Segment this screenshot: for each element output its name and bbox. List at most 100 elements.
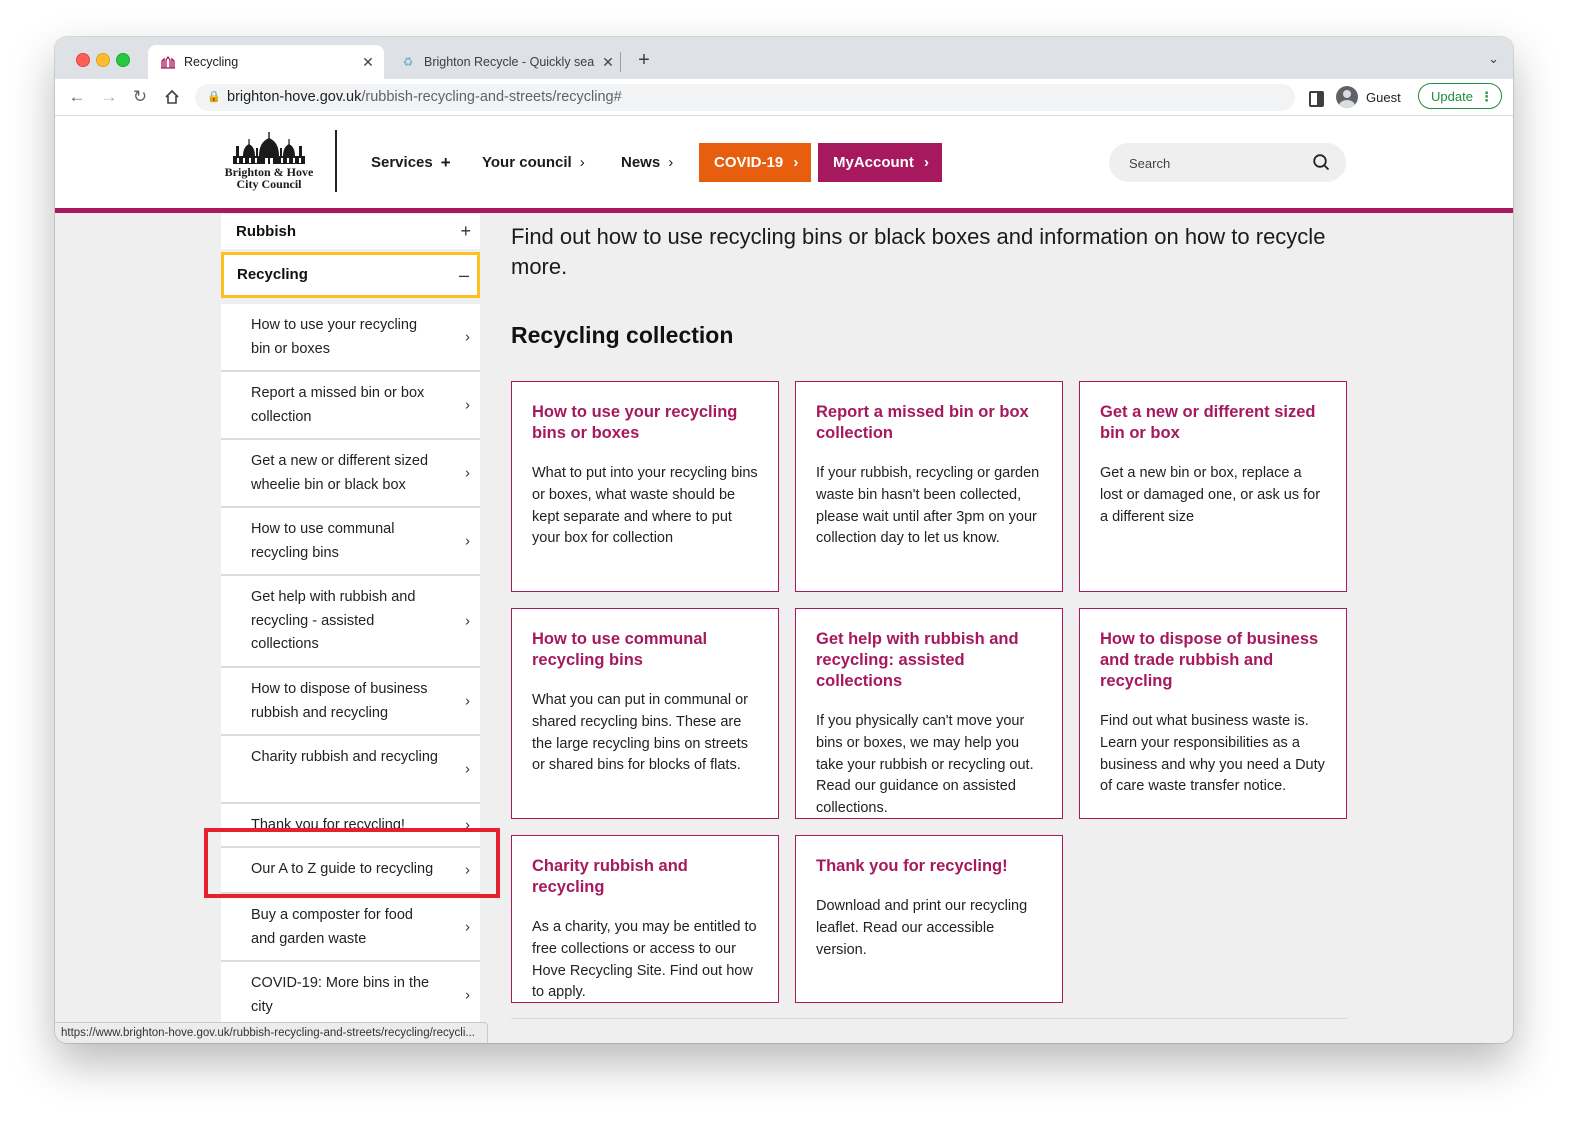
recycle-icon: ♻ — [402, 55, 414, 69]
sidebar-link[interactable]: Get help with rubbish and recycling - as… — [221, 576, 480, 668]
site-search — [1109, 143, 1346, 182]
sidebar-link[interactable]: How to use your recycling bin or boxes › — [221, 304, 480, 372]
card-link[interactable]: How to use communal recycling bins What … — [511, 608, 779, 819]
search-input[interactable] — [1127, 152, 1301, 174]
forward-arrow-icon[interactable]: → — [97, 85, 121, 109]
card-link[interactable]: How to use your recycling bins or boxes … — [511, 381, 779, 592]
browser-toolbar: ← → ↻ 🔒 brighton-hove.gov.uk/rubbish-rec… — [55, 79, 1513, 116]
sidebar-rubbish-label: Rubbish — [236, 223, 296, 240]
plus-icon: + — [440, 152, 451, 172]
address-bar[interactable]: 🔒 brighton-hove.gov.uk/rubbish-recycling… — [195, 84, 1295, 111]
side-panel-icon[interactable] — [1309, 91, 1324, 107]
tab-title: Recycling — [184, 55, 239, 69]
card-link[interactable]: Charity rubbish and recycling As a chari… — [511, 835, 779, 1003]
card-text: What to put into your recycling bins or … — [532, 465, 758, 547]
card-link[interactable]: Report a missed bin or box collection If… — [795, 381, 1063, 592]
sidebar-link-label: COVID-19: More bins in the city — [251, 975, 430, 1015]
section-sidebar: Rubbish + Recycling – How to use your re… — [221, 214, 480, 1030]
sidebar-item-rubbish[interactable]: Rubbish + — [221, 214, 480, 249]
close-window-button[interactable] — [76, 53, 90, 67]
sidebar-item-recycling[interactable]: Recycling – — [221, 252, 480, 298]
tab-brighton-recycle[interactable]: ♻ Brighton Recycle - Quickly sea ✕ — [388, 45, 624, 79]
card-link[interactable]: Get a new or different sized bin or box … — [1079, 381, 1347, 592]
card-link[interactable]: Get help with rubbish and recycling: ass… — [795, 608, 1063, 819]
lock-icon: 🔒 — [207, 91, 221, 103]
sidebar-link[interactable]: How to dispose of business rubbish and r… — [221, 668, 480, 736]
logo-divider — [335, 130, 337, 192]
update-button[interactable]: Update ⋮ — [1418, 83, 1502, 109]
card-title: Report a missed bin or box collection — [816, 403, 1029, 442]
more-menu-icon: ⋮ — [1480, 89, 1493, 104]
back-arrow-icon[interactable]: ← — [65, 85, 89, 109]
sidebar-link-label: Get help with rubbish and recycling - as… — [251, 589, 416, 652]
sidebar-link-label: Report a missed bin or box collection — [251, 385, 425, 425]
card-title: Thank you for recycling! — [816, 857, 1008, 875]
reload-icon[interactable]: ↻ — [128, 85, 152, 109]
guest-avatar-icon — [1336, 86, 1358, 108]
logo-text-line2: City Council — [236, 177, 302, 191]
sidebar-recycling-label: Recycling — [237, 266, 308, 283]
profile-label: Guest — [1366, 89, 1401, 105]
tab-title: Brighton Recycle - Quickly sea — [424, 55, 595, 69]
tab-search-chevron-icon[interactable]: ⌄ — [1488, 51, 1499, 67]
nav-council-label: Your council — [482, 154, 572, 171]
content-divider — [511, 1018, 1347, 1019]
card-title: How to dispose of business and trade rub… — [1100, 630, 1319, 690]
update-label: Update — [1431, 89, 1473, 104]
sidebar-link[interactable]: COVID-19: More bins in the city › — [221, 962, 480, 1030]
sidebar-link[interactable]: Buy a composter for food and garden wast… — [221, 894, 480, 962]
chevron-right-icon: › — [465, 464, 470, 482]
chevron-right-icon: › — [465, 692, 470, 710]
card-link[interactable]: How to dispose of business and trade rub… — [1079, 608, 1347, 819]
nav-news-label: News — [621, 154, 661, 171]
sidebar-link[interactable]: Report a missed bin or box collection › — [221, 372, 480, 440]
chevron-right-icon: › — [465, 532, 470, 550]
profile-button[interactable]: Guest — [1336, 83, 1401, 111]
chevron-right-icon: › — [579, 154, 585, 171]
council-logo-icon — [160, 54, 176, 70]
minus-icon: – — [458, 265, 469, 285]
sidebar-link-label: How to dispose of business rubbish and r… — [251, 681, 428, 721]
card-title: Get a new or different sized bin or box — [1100, 403, 1316, 442]
card-text: If your rubbish, recycling or garden was… — [816, 465, 1040, 547]
zoom-window-button[interactable] — [116, 53, 130, 67]
myaccount-button[interactable]: MyAccount › — [818, 143, 942, 182]
council-logo[interactable]: Brighton & Hove City Council — [219, 130, 319, 196]
chevron-right-icon: › — [465, 396, 470, 414]
sidebar-link-label: Get a new or different sized wheelie bin… — [251, 453, 429, 493]
close-tab-icon[interactable]: ✕ — [598, 54, 618, 71]
plus-icon: + — [460, 221, 471, 241]
chevron-right-icon: › — [465, 986, 470, 1004]
sidebar-sublist: How to use your recycling bin or boxes › … — [221, 304, 480, 1030]
browser-window: Recycling ✕ ♻ Brighton Recycle - Quickly… — [55, 37, 1513, 1043]
section-title: Recycling collection — [511, 322, 734, 348]
card-text: As a charity, you may be entitled to fre… — [532, 919, 757, 1001]
myaccount-label: MyAccount — [833, 154, 914, 171]
tab-recycling[interactable]: Recycling ✕ — [148, 45, 384, 79]
nav-your-council[interactable]: Your council › — [482, 143, 585, 182]
sidebar-link[interactable]: Charity rubbish and recycling › — [221, 736, 480, 804]
chevron-right-icon: › — [668, 154, 674, 171]
main-content: Find out how to use recycling bins or bl… — [511, 222, 1347, 1003]
sidebar-link[interactable]: How to use communal recycling bins › — [221, 508, 480, 576]
card-link[interactable]: Thank you for recycling! Download and pr… — [795, 835, 1063, 1003]
nav-services[interactable]: Services + — [371, 143, 451, 182]
nav-services-label: Services — [371, 154, 433, 171]
sidebar-link[interactable]: Get a new or different sized wheelie bin… — [221, 440, 480, 508]
new-tab-icon[interactable]: + — [633, 49, 655, 72]
covid-19-button[interactable]: COVID-19 › — [699, 143, 811, 182]
royal-pavilion-logo-icon — [233, 132, 305, 164]
card-title: Charity rubbish and recycling — [532, 857, 688, 896]
site-header: Brighton & Hove City Council Services + … — [55, 116, 1513, 213]
search-icon[interactable] — [1313, 154, 1330, 176]
home-icon[interactable] — [160, 85, 184, 109]
card-title: How to use your recycling bins or boxes — [532, 403, 738, 442]
tab-separator — [620, 52, 621, 72]
nav-news[interactable]: News › — [621, 143, 673, 182]
sidebar-link-label: Buy a composter for food and garden wast… — [251, 907, 413, 947]
sidebar-link-label: How to use your recycling bin or boxes — [251, 317, 418, 357]
close-tab-icon[interactable]: ✕ — [358, 54, 378, 71]
minimize-window-button[interactable] — [96, 53, 110, 67]
card-text: Get a new bin or box, replace a lost or … — [1100, 465, 1321, 525]
card-text: What you can put in communal or shared r… — [532, 692, 748, 774]
